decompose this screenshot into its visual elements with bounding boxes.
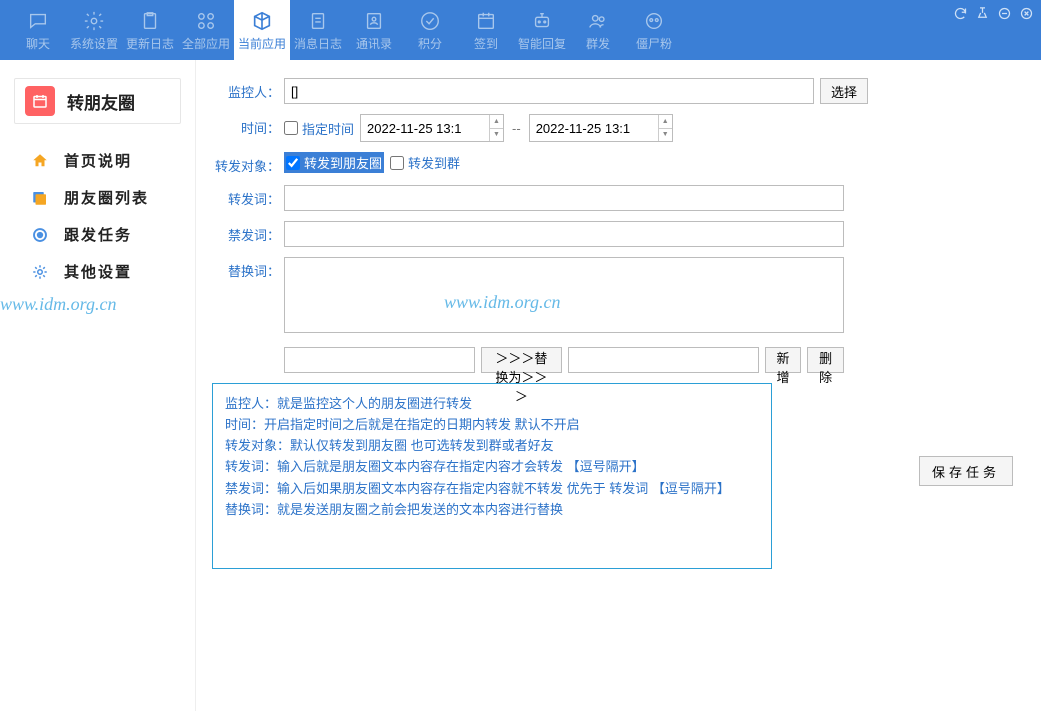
time-label: 时间： bbox=[210, 114, 284, 137]
home-icon bbox=[30, 151, 50, 171]
refresh-icon[interactable] bbox=[951, 4, 969, 22]
toolbar-update-log[interactable]: 更新日志 bbox=[122, 0, 178, 60]
toolbar-message-log[interactable]: 消息日志 bbox=[290, 0, 346, 60]
save-task-button[interactable]: 保存任务 bbox=[919, 456, 1013, 486]
top-toolbar: 聊天 系统设置 更新日志 全部应用 当前应用 消息日志 通讯录 积分 签到 智能… bbox=[0, 0, 1041, 60]
sidebar-item-other[interactable]: 其他设置 bbox=[0, 253, 195, 290]
time-checkbox-label: 指定时间 bbox=[302, 119, 354, 138]
help-line: 时间：开启指定时间之后就是在指定的日期内转发 默认不开启 bbox=[225, 415, 759, 435]
monitor-label: 监控人： bbox=[210, 78, 284, 101]
sidebar-item-label: 其他设置 bbox=[64, 261, 132, 282]
toolbar-label: 积分 bbox=[418, 35, 442, 52]
window-controls bbox=[951, 4, 1035, 22]
calendar-icon bbox=[474, 9, 498, 33]
clipboard-icon bbox=[306, 9, 330, 33]
target-group-label: 转发到群 bbox=[408, 153, 460, 172]
pin-icon[interactable] bbox=[973, 4, 991, 22]
add-button[interactable]: 新增 bbox=[765, 347, 802, 373]
toolbar-points[interactable]: 积分 bbox=[402, 0, 458, 60]
sidebar-title: 转朋友圈 bbox=[14, 78, 181, 124]
sidebar-item-label: 朋友圈列表 bbox=[64, 187, 149, 208]
sidebar-title-text: 转朋友圈 bbox=[67, 89, 135, 114]
toolbar-label: 全部应用 bbox=[182, 35, 230, 52]
group-icon bbox=[586, 9, 610, 33]
toolbar-label: 消息日志 bbox=[294, 35, 342, 52]
toolbar-label: 僵尸粉 bbox=[636, 35, 672, 52]
target-friends-checkbox[interactable] bbox=[286, 156, 300, 170]
replace-to-button[interactable]: ＞＞＞替换为＞＞＞ bbox=[481, 347, 562, 373]
toolbar-signin[interactable]: 签到 bbox=[458, 0, 514, 60]
robot-icon bbox=[530, 9, 554, 33]
zombie-icon bbox=[642, 9, 666, 33]
toolbar-all-apps[interactable]: 全部应用 bbox=[178, 0, 234, 60]
target-group-checkbox[interactable] bbox=[390, 156, 404, 170]
target-group-wrap[interactable]: 转发到群 bbox=[390, 153, 460, 172]
minimize-icon[interactable] bbox=[995, 4, 1013, 22]
toolbar-label: 签到 bbox=[474, 35, 498, 52]
target-friends-wrap[interactable]: 转发到朋友圈 bbox=[284, 152, 384, 173]
toolbar-label: 聊天 bbox=[26, 35, 50, 52]
calendar-icon bbox=[25, 86, 55, 116]
sidebar: 转朋友圈 首页说明 朋友圈列表 跟发任务 其他设置 bbox=[0, 60, 196, 711]
task-icon bbox=[30, 225, 50, 245]
close-icon[interactable] bbox=[1017, 4, 1035, 22]
toolbar-label: 智能回复 bbox=[518, 35, 566, 52]
help-box: 监控人：就是监控这个人的朋友圈进行转发 时间：开启指定时间之后就是在指定的日期内… bbox=[212, 383, 772, 569]
clipboard-icon bbox=[138, 9, 162, 33]
target-label: 转发对象： bbox=[210, 152, 284, 175]
help-line: 替换词：就是发送朋友圈之前会把发送的文本内容进行替换 bbox=[225, 500, 759, 520]
delete-button[interactable]: 删除 bbox=[807, 347, 844, 373]
sidebar-item-label: 首页说明 bbox=[64, 150, 132, 171]
forward-word-input[interactable] bbox=[284, 185, 844, 211]
gear-icon bbox=[82, 9, 106, 33]
help-line: 监控人：就是监控这个人的朋友圈进行转发 bbox=[225, 394, 759, 414]
time-from-input[interactable] bbox=[360, 114, 504, 142]
replace-from-input[interactable] bbox=[284, 347, 475, 373]
list-icon bbox=[30, 188, 50, 208]
contacts-icon bbox=[362, 9, 386, 33]
grid-icon bbox=[194, 9, 218, 33]
replace-word-textarea[interactable] bbox=[284, 257, 844, 333]
time-checkbox[interactable] bbox=[284, 121, 298, 135]
sidebar-item-task[interactable]: 跟发任务 bbox=[0, 216, 195, 253]
sidebar-item-list[interactable]: 朋友圈列表 bbox=[0, 179, 195, 216]
help-line: 转发词：输入后就是朋友圈文本内容存在指定内容才会转发 【逗号隔开】 bbox=[225, 457, 759, 477]
toolbar-mass-send[interactable]: 群发 bbox=[570, 0, 626, 60]
monitor-input[interactable] bbox=[284, 78, 814, 104]
toolbar-label: 更新日志 bbox=[126, 35, 174, 52]
chat-icon bbox=[26, 9, 50, 33]
spinner-buttons[interactable]: ▲▼ bbox=[658, 115, 672, 141]
forward-word-label: 转发词： bbox=[210, 185, 284, 208]
check-icon bbox=[418, 9, 442, 33]
toolbar-zombie-fans[interactable]: 僵尸粉 bbox=[626, 0, 682, 60]
toolbar-smart-reply[interactable]: 智能回复 bbox=[514, 0, 570, 60]
replace-to-input[interactable] bbox=[568, 347, 759, 373]
help-line: 禁发词：输入后如果朋友圈文本内容存在指定内容就不转发 优先于 转发词 【逗号隔开… bbox=[225, 479, 759, 499]
toolbar-contacts[interactable]: 通讯录 bbox=[346, 0, 402, 60]
time-to-input[interactable] bbox=[529, 114, 673, 142]
toolbar-label: 群发 bbox=[586, 35, 610, 52]
toolbar-label: 通讯录 bbox=[356, 35, 392, 52]
forbid-word-input[interactable] bbox=[284, 221, 844, 247]
select-button[interactable]: 选择 bbox=[820, 78, 868, 104]
time-checkbox-wrap[interactable]: 指定时间 bbox=[284, 119, 354, 138]
replace-word-label: 替换词： bbox=[210, 257, 284, 280]
gear-icon bbox=[30, 262, 50, 282]
toolbar-label: 系统设置 bbox=[70, 35, 118, 52]
spinner-buttons[interactable]: ▲▼ bbox=[489, 115, 503, 141]
sidebar-item-home[interactable]: 首页说明 bbox=[0, 142, 195, 179]
toolbar-chat[interactable]: 聊天 bbox=[10, 0, 66, 60]
content-area: 监控人： 选择 时间： 指定时间 ▲▼ -- ▲▼ bbox=[196, 60, 1041, 711]
sidebar-item-label: 跟发任务 bbox=[64, 224, 132, 245]
toolbar-label: 当前应用 bbox=[238, 35, 286, 52]
toolbar-settings[interactable]: 系统设置 bbox=[66, 0, 122, 60]
time-separator: -- bbox=[510, 121, 523, 136]
cube-icon bbox=[250, 9, 274, 33]
toolbar-current-app[interactable]: 当前应用 bbox=[234, 0, 290, 60]
help-line: 转发对象：默认仅转发到朋友圈 也可选转发到群或者好友 bbox=[225, 436, 759, 456]
forbid-word-label: 禁发词： bbox=[210, 221, 284, 244]
target-friends-label: 转发到朋友圈 bbox=[304, 153, 382, 172]
